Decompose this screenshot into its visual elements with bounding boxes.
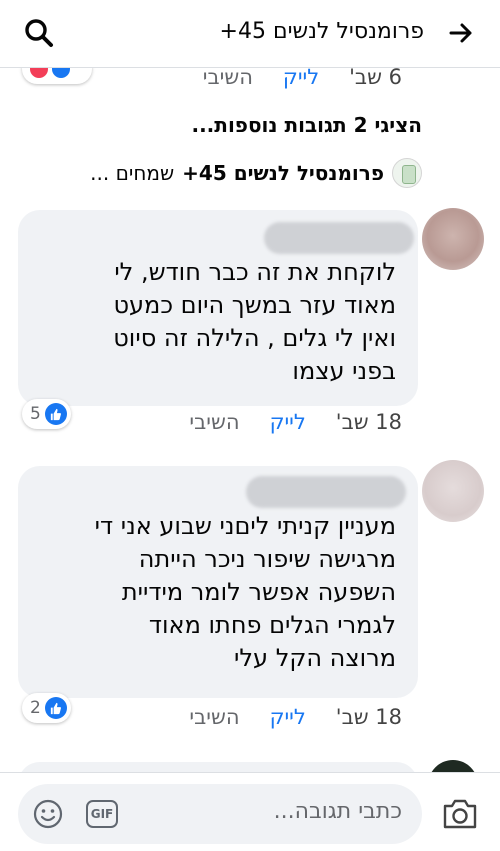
avatar[interactable] — [428, 760, 478, 772]
reaction-count: 5 — [30, 404, 41, 424]
reaction-badge-partial[interactable] — [22, 68, 92, 84]
reply-link[interactable]: השיבי — [189, 705, 239, 729]
comments-feed[interactable]: 6 שב' לייק השיבי הציגי 2 תגובות נוספות..… — [0, 68, 500, 772]
page-reply-name: פרומנסיל לנשים 45+ — [182, 161, 384, 185]
comment-bubble — [18, 762, 418, 772]
comment-placeholder: כתבי תגובה... — [273, 799, 402, 824]
comment-time: 18 שב' — [335, 705, 402, 729]
comment-actions-row: 18 שב' לייק השיבי — [189, 705, 402, 729]
avatar[interactable] — [422, 460, 484, 522]
reply-link[interactable]: השיבי — [189, 410, 239, 434]
reaction-badge[interactable]: 2 — [22, 693, 71, 723]
top-bar: פרומנסיל לנשים 45+ — [0, 0, 500, 68]
comment-bubble: לוקחת את זה כבר חודש, לי מאוד עזר במשך ה… — [18, 210, 418, 406]
like-icon — [44, 697, 67, 719]
comment-text: לוקחת את זה כבר חודש, לי מאוד עזר במשך ה… — [113, 258, 396, 385]
reaction-count: 2 — [30, 698, 41, 718]
commenter-name-blurred[interactable] — [246, 476, 406, 508]
like-link[interactable]: לייק — [270, 410, 306, 434]
page-reply-text: שמחים ... — [90, 161, 175, 185]
like-icon — [52, 68, 70, 78]
avatar[interactable] — [422, 208, 484, 270]
view-more-replies-link[interactable]: הציגי 2 תגובות נוספות... — [191, 113, 422, 137]
arrow-right-icon[interactable] — [448, 20, 474, 46]
comment-text: מעניין קניתי ליםני שבוע אני די מרגישה שי… — [94, 512, 396, 672]
like-icon — [44, 403, 67, 425]
camera-icon[interactable] — [442, 797, 478, 831]
page-title: פרומנסיל לנשים 45+ — [219, 19, 424, 44]
comment-input[interactable]: כתבי תגובה... GIF — [18, 784, 422, 844]
page-reply-preview[interactable]: פרומנסיל לנשים 45+ שמחים ... — [90, 158, 422, 188]
reply-link[interactable]: השיבי — [203, 68, 253, 89]
search-icon[interactable] — [24, 18, 54, 48]
love-icon — [30, 68, 48, 78]
reply-time: 6 שב' — [349, 68, 402, 89]
like-link[interactable]: לייק — [283, 68, 319, 89]
comment-bubble: מעניין קניתי ליםני שבוע אני די מרגישה שי… — [18, 466, 418, 698]
comment-actions-row: 18 שב' לייק השיבי — [189, 410, 402, 434]
like-link[interactable]: לייק — [270, 705, 306, 729]
gif-button[interactable]: GIF — [86, 800, 118, 828]
comment-composer: כתבי תגובה... GIF — [0, 772, 500, 851]
reply-actions-row: 6 שב' לייק השיבי — [203, 68, 402, 89]
commenter-name-blurred[interactable] — [264, 222, 414, 254]
comment-time: 18 שב' — [335, 410, 402, 434]
emoji-icon[interactable] — [32, 798, 64, 830]
page-logo-avatar — [392, 158, 422, 188]
reaction-badge[interactable]: 5 — [22, 399, 71, 429]
